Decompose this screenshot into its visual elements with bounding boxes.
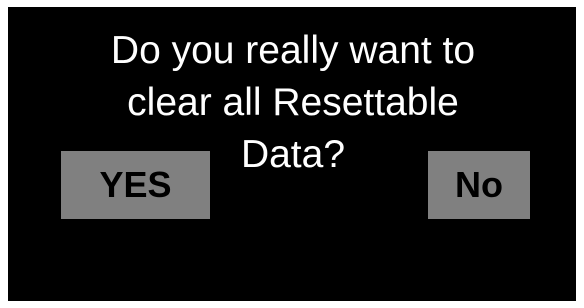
confirm-message-line-2: clear all Resettable bbox=[127, 81, 459, 124]
confirm-message-line-1: Do you really want to bbox=[110, 29, 476, 72]
confirm-message-line-3: Data? bbox=[240, 133, 346, 176]
no-button-label: No bbox=[455, 164, 503, 205]
confirm-dialog-screen: Do you really want to clear all Resettabl… bbox=[8, 7, 576, 301]
yes-button-label: YES bbox=[99, 164, 172, 205]
no-button[interactable]: No bbox=[428, 151, 530, 219]
yes-button[interactable]: YES bbox=[61, 151, 210, 219]
